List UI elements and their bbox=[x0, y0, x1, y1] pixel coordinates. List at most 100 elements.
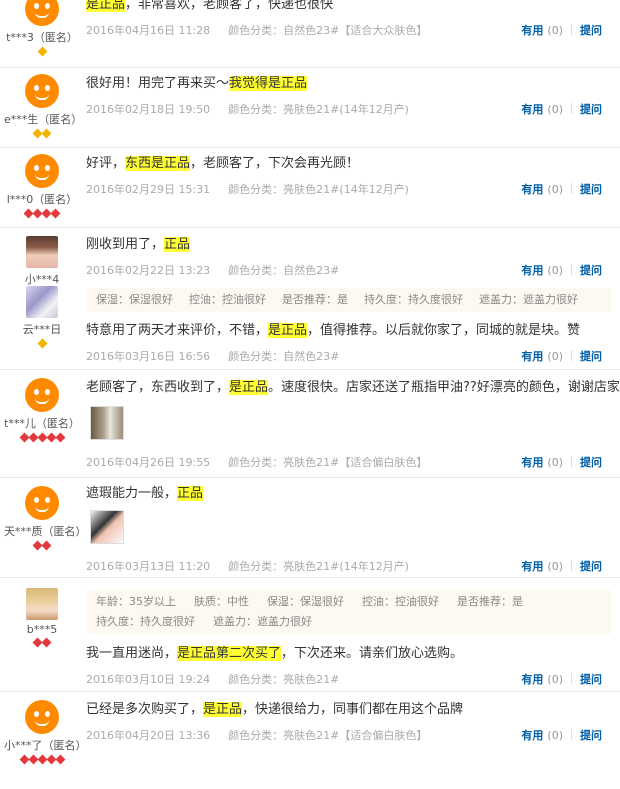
useful-button[interactable]: 有用 bbox=[521, 456, 543, 469]
useful-count: (0) bbox=[547, 183, 563, 196]
reviewer-level-badges bbox=[4, 338, 80, 349]
review-meta: 2016年04月26日 19:55 颜色分类：亮肤色21#【适合偏白肤色】 bbox=[86, 454, 437, 470]
tag: 控油：控油很好 bbox=[362, 595, 439, 608]
reply-button[interactable]: 提问 bbox=[580, 350, 602, 363]
reply-button[interactable]: 提问 bbox=[580, 673, 602, 686]
user-photo-avatar bbox=[26, 588, 58, 620]
tag: 遮盖力：遮盖力很好 bbox=[213, 615, 312, 628]
useful-button[interactable]: 有用 bbox=[521, 264, 543, 277]
useful-count: (0) bbox=[547, 560, 563, 573]
review-text: 刚收到用了，正品 bbox=[86, 237, 191, 252]
review-sku: 颜色分类：亮肤色21#(14年12月产) bbox=[228, 103, 409, 116]
reviewer-level-badges bbox=[4, 754, 80, 765]
tag: 年龄：35岁以上 bbox=[96, 595, 176, 608]
reply-button[interactable]: 提问 bbox=[580, 103, 602, 116]
review-meta: 2016年03月10日 19:24 颜色分类：亮肤色21# bbox=[86, 671, 349, 687]
red-heart-icon bbox=[19, 432, 29, 443]
reviewer-level-badges bbox=[4, 432, 80, 443]
review-text: 很好用！用完了再来买～我觉得是正品 bbox=[86, 76, 308, 91]
review-date: 2016年02月18日 19:50 bbox=[86, 103, 211, 116]
red-heart-icon bbox=[28, 754, 38, 765]
useful-button[interactable]: 有用 bbox=[521, 350, 543, 363]
review-actions: 有用 (0) 提问 bbox=[521, 348, 602, 364]
reviewer-level-badges bbox=[4, 208, 80, 219]
review-date: 2016年04月16日 11:28 bbox=[86, 24, 211, 37]
review-item: l***0（匿名） 好评，东西是正品，老顾客了，下次会再光顾！ 2016年02月… bbox=[0, 148, 620, 228]
gold-diamond-icon bbox=[41, 128, 52, 139]
reviewer: 小***4 bbox=[4, 236, 80, 287]
useful-count: (0) bbox=[547, 24, 563, 37]
reviewer-name: 云***日 bbox=[22, 323, 62, 336]
useful-button[interactable]: 有用 bbox=[521, 673, 543, 686]
review-meta: 2016年02月22日 13:23 颜色分类：自然色23# bbox=[86, 262, 349, 278]
default-avatar-icon bbox=[25, 486, 59, 520]
reply-button[interactable]: 提问 bbox=[580, 183, 602, 196]
useful-button[interactable]: 有用 bbox=[521, 560, 543, 573]
review-date: 2016年04月26日 19:55 bbox=[86, 456, 211, 469]
default-avatar-icon bbox=[25, 700, 59, 734]
review-date: 2016年03月10日 19:24 bbox=[86, 673, 211, 686]
red-heart-icon bbox=[46, 432, 56, 443]
review-sku: 颜色分类：自然色23# bbox=[228, 264, 340, 277]
review-meta: 2016年02月29日 15:31 颜色分类：亮肤色21#(14年12月产) bbox=[86, 181, 419, 197]
useful-button[interactable]: 有用 bbox=[521, 24, 543, 37]
review-sku: 颜色分类：亮肤色21#【适合偏白肤色】 bbox=[228, 729, 428, 742]
useful-button[interactable]: 有用 bbox=[521, 103, 543, 116]
red-heart-icon bbox=[55, 432, 65, 443]
tag: 持久度：持久度很好 bbox=[364, 293, 463, 306]
review-item: e***生（匿名） 很好用！用完了再来买～我觉得是正品 2016年02月18日 … bbox=[0, 68, 620, 148]
review-actions: 有用 (0) 提问 bbox=[521, 454, 602, 470]
review-item: b***5 年龄：35岁以上 肤质：中性 保湿：保湿很好 控油：控油很好 是否推荐：是 … bbox=[0, 578, 620, 692]
red-heart-icon bbox=[19, 754, 29, 765]
reviewer: 天***质（匿名） bbox=[4, 486, 87, 551]
useful-count: (0) bbox=[547, 264, 563, 277]
useful-button[interactable]: 有用 bbox=[521, 183, 543, 196]
reviewer: t***3（匿名） bbox=[4, 0, 80, 57]
red-heart-icon bbox=[37, 432, 47, 443]
reply-button[interactable]: 提问 bbox=[580, 560, 602, 573]
reply-button[interactable]: 提问 bbox=[580, 729, 602, 742]
review-text: 好评，东西是正品，老顾客了，下次会再光顾！ bbox=[86, 156, 360, 171]
review-sku: 颜色分类：亮肤色21# bbox=[228, 673, 340, 686]
review-actions: 有用 (0) 提问 bbox=[521, 727, 602, 743]
review-text: 已经是多次购买了，是正品，快递很给力，同事们都在用这个品牌 bbox=[86, 702, 464, 717]
useful-count: (0) bbox=[547, 673, 563, 686]
review-item: 小***4 云***日 刚收到用了，正品 2016年02月22日 13:23 颜色… bbox=[0, 228, 620, 370]
red-heart-icon bbox=[50, 208, 61, 219]
reviewer: 云***日 bbox=[4, 286, 80, 349]
review-item: 天***质（匿名） 遮瑕能力一般，正品 2016年03月13日 11:20 颜色分… bbox=[0, 478, 620, 578]
tag: 是否推荐：是 bbox=[282, 293, 348, 306]
reviewer-level-badges bbox=[4, 128, 80, 139]
reply-button[interactable]: 提问 bbox=[580, 24, 602, 37]
review-sku: 颜色分类：自然色23#【适合大众肤色】 bbox=[228, 24, 428, 37]
review-text: 老顾客了，东西收到了，是正品。速度很快。店家还送了瓶指甲油??好漂亮的颜色，谢谢… bbox=[86, 380, 620, 395]
review-actions: 有用 (0) 提问 bbox=[521, 558, 602, 574]
review-date: 2016年03月16日 16:56 bbox=[86, 350, 211, 363]
tag: 保湿：保湿很好 bbox=[267, 595, 344, 608]
user-photo-avatar bbox=[26, 286, 58, 318]
reply-button[interactable]: 提问 bbox=[580, 264, 602, 277]
review-actions: 有用 (0) 提问 bbox=[521, 181, 602, 197]
default-avatar-icon bbox=[25, 154, 59, 188]
review-date: 2016年04月20日 13:36 bbox=[86, 729, 211, 742]
reviewer-name: 小***4 bbox=[24, 273, 60, 286]
gold-diamond-icon bbox=[37, 46, 47, 57]
red-heart-icon bbox=[55, 754, 65, 765]
reply-button[interactable]: 提问 bbox=[580, 456, 602, 469]
useful-count: (0) bbox=[547, 729, 563, 742]
reviewer-level-badges bbox=[4, 637, 80, 648]
useful-count: (0) bbox=[547, 103, 563, 116]
default-avatar-icon bbox=[25, 378, 59, 412]
review-date: 2016年03月13日 11:20 bbox=[86, 560, 211, 573]
tag: 保湿：保湿很好 bbox=[96, 293, 173, 306]
review-photo-thumbnail[interactable] bbox=[90, 406, 124, 440]
gold-diamond-icon bbox=[37, 338, 47, 349]
useful-button[interactable]: 有用 bbox=[521, 729, 543, 742]
reviewer-name: b***5 bbox=[26, 623, 58, 636]
review-photo-thumbnail[interactable] bbox=[90, 510, 124, 544]
review-text: 是正品，非常喜欢，老顾客了，快递也很快 bbox=[86, 0, 611, 14]
followup-review-text: 特意用了两天才来评价，不错，是正品，值得推荐。以后就你家了，同城的就是块。赞 bbox=[86, 323, 581, 338]
review-meta: 2016年03月16日 16:56 颜色分类：自然色23# bbox=[86, 348, 349, 364]
review-date: 2016年02月29日 15:31 bbox=[86, 183, 211, 196]
reviewer: e***生（匿名） bbox=[4, 74, 82, 139]
